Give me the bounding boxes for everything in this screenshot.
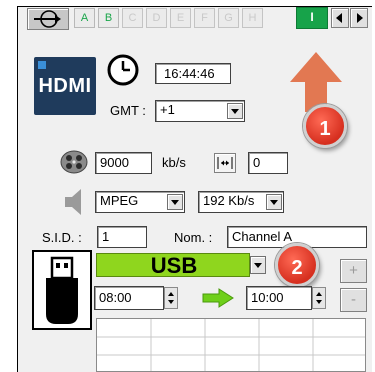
arrow-right-icon bbox=[357, 13, 363, 23]
callout-badge-1: 1 bbox=[303, 104, 347, 148]
end-time-field[interactable]: 10:00 bbox=[246, 286, 312, 310]
input-plug-icon bbox=[34, 10, 61, 28]
tab-f[interactable]: F bbox=[194, 8, 215, 28]
clock-icon bbox=[107, 54, 139, 86]
spinner-arrows-icon bbox=[168, 292, 174, 304]
record-source-value: USB bbox=[150, 253, 198, 278]
spinner-arrows-icon bbox=[316, 292, 322, 304]
tab-c[interactable]: C bbox=[122, 8, 143, 28]
gmt-dropdown-button[interactable] bbox=[227, 103, 243, 119]
start-time-field[interactable]: 08:00 bbox=[94, 286, 164, 310]
input-selector-button[interactable] bbox=[27, 8, 69, 30]
audio-rate-value: 192 Kb/s bbox=[203, 193, 255, 208]
hdmi-logo-accent bbox=[38, 61, 46, 69]
tab-h[interactable]: H bbox=[242, 8, 263, 28]
tab-a[interactable]: A bbox=[74, 8, 95, 28]
gmt-select-value: +1 bbox=[160, 102, 175, 117]
tab-d[interactable]: D bbox=[146, 8, 167, 28]
callout-badge-2: 2 bbox=[275, 243, 319, 287]
gmt-label: GMT : bbox=[110, 103, 146, 118]
schedule-grid-lines bbox=[97, 319, 365, 371]
tab-e[interactable]: E bbox=[170, 8, 191, 28]
hdmi-logo-text: HDMI bbox=[38, 75, 92, 97]
chevron-down-icon bbox=[231, 109, 239, 114]
tab-scroll-left-button[interactable] bbox=[331, 8, 349, 28]
end-time-spinner[interactable] bbox=[312, 287, 326, 309]
audio-codec-value: MPEG bbox=[100, 193, 139, 208]
time-field[interactable]: 16:44:46 bbox=[155, 63, 231, 84]
sid-field[interactable]: 1 bbox=[97, 226, 147, 248]
film-reel-icon bbox=[60, 150, 88, 174]
sid-label: S.I.D. : bbox=[42, 230, 82, 245]
usb-device-box bbox=[32, 250, 92, 330]
time-range-arrow-icon bbox=[202, 288, 234, 308]
record-source-select[interactable]: USB bbox=[96, 253, 250, 278]
tab-scroll-right-button[interactable] bbox=[350, 8, 368, 28]
audio-codec-dropdown-button[interactable] bbox=[167, 194, 183, 210]
arrow-left-icon bbox=[336, 13, 342, 23]
chevron-down-icon bbox=[254, 263, 262, 268]
usb-stick-icon bbox=[46, 256, 78, 324]
video-bitrate-field[interactable]: 9000 bbox=[95, 152, 152, 174]
tab-i[interactable]: I bbox=[296, 7, 328, 29]
pointer-arrow-graphic bbox=[290, 52, 342, 112]
speaker-icon bbox=[65, 189, 81, 215]
schedule-grid[interactable] bbox=[96, 318, 366, 372]
hdmi-logo: HDMI bbox=[34, 57, 96, 115]
tab-b[interactable]: B bbox=[98, 8, 119, 28]
tab-g[interactable]: G bbox=[218, 8, 239, 28]
offset-field[interactable]: 0 bbox=[248, 152, 288, 174]
horizontal-resize-icon bbox=[217, 157, 233, 169]
remove-button[interactable]: - bbox=[340, 288, 367, 312]
audio-rate-dropdown-button[interactable] bbox=[266, 194, 282, 210]
name-label: Nom. : bbox=[174, 230, 213, 245]
record-source-dropdown-button[interactable] bbox=[250, 256, 266, 274]
chevron-down-icon bbox=[171, 200, 179, 205]
offset-button[interactable] bbox=[214, 153, 236, 173]
add-button[interactable]: + bbox=[340, 259, 367, 283]
video-bitrate-unit: kb/s bbox=[162, 155, 186, 170]
chevron-down-icon bbox=[270, 200, 278, 205]
start-time-spinner[interactable] bbox=[164, 287, 178, 309]
